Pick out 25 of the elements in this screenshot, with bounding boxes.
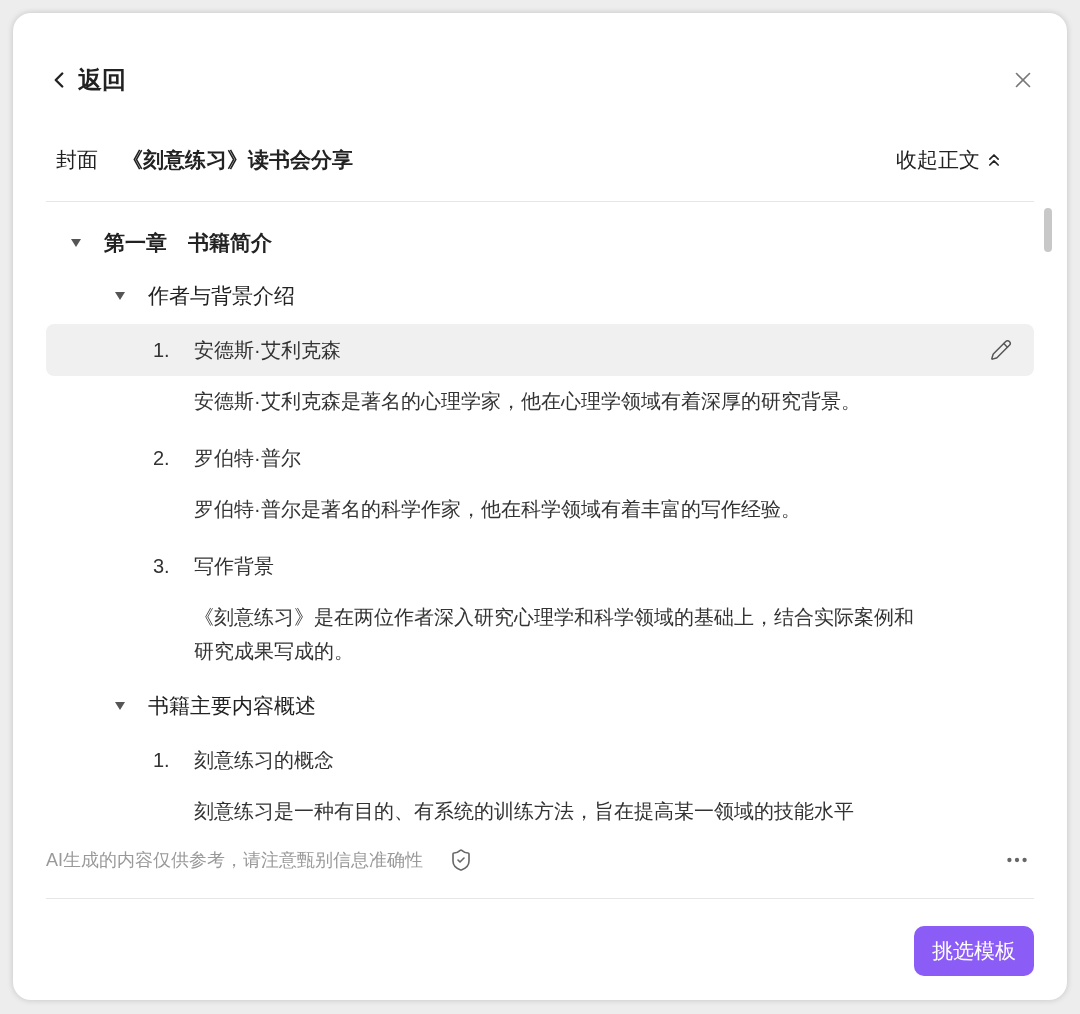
- choose-template-button[interactable]: 挑选模板: [914, 926, 1034, 976]
- item-title: 刻意练习的概念: [194, 748, 335, 773]
- outline-item-row[interactable]: 3. 写作背景: [46, 540, 1034, 592]
- item-number: 1.: [153, 748, 171, 773]
- disclaimer-text: AI生成的内容仅供参考，请注意甄别信息准确性: [46, 848, 423, 872]
- outline-item-row[interactable]: 1. 刻意练习的概念: [46, 734, 1034, 786]
- section-heading[interactable]: 作者与背景介绍: [148, 280, 295, 312]
- chapter-heading[interactable]: 第一章 书籍简介: [104, 227, 272, 259]
- back-button[interactable]: 返回: [46, 62, 126, 98]
- section-heading[interactable]: 书籍主要内容概述: [148, 690, 316, 722]
- item-title: 罗伯特·普尔: [194, 446, 302, 471]
- item-number: 2.: [153, 446, 171, 471]
- item-body-text: 安德斯·艾利克森是著名的心理学家，他在心理学领域有着深厚的研究背景。: [193, 389, 862, 414]
- outline-item-row[interactable]: 1. 安德斯·艾利克森: [46, 324, 1034, 376]
- collapse-button[interactable]: 收起正文: [896, 144, 1004, 176]
- document-title: 《刻意练习》读书会分享: [122, 147, 353, 174]
- item-body-text: 罗伯特·普尔是著名的科学作家，他在科学领域有着丰富的写作经验。: [193, 497, 802, 522]
- cover-label[interactable]: 封面: [56, 144, 98, 176]
- item-title: 安德斯·艾利克森: [194, 338, 342, 363]
- item-body-text: 刻意练习是一种有目的、有系统的训练方法，旨在提高某一领域的技能水平: [193, 799, 855, 822]
- item-body-text: 《刻意练习》是在两位作者深入研究心理学和科学领域的基础上，结合实际案例和研究成果写成的。: [193, 605, 915, 664]
- item-title: 写作背景: [194, 554, 275, 579]
- item-number: 1.: [153, 338, 171, 363]
- item-number: 3.: [153, 554, 171, 579]
- outline-item-row[interactable]: 2. 罗伯特·普尔: [46, 432, 1034, 484]
